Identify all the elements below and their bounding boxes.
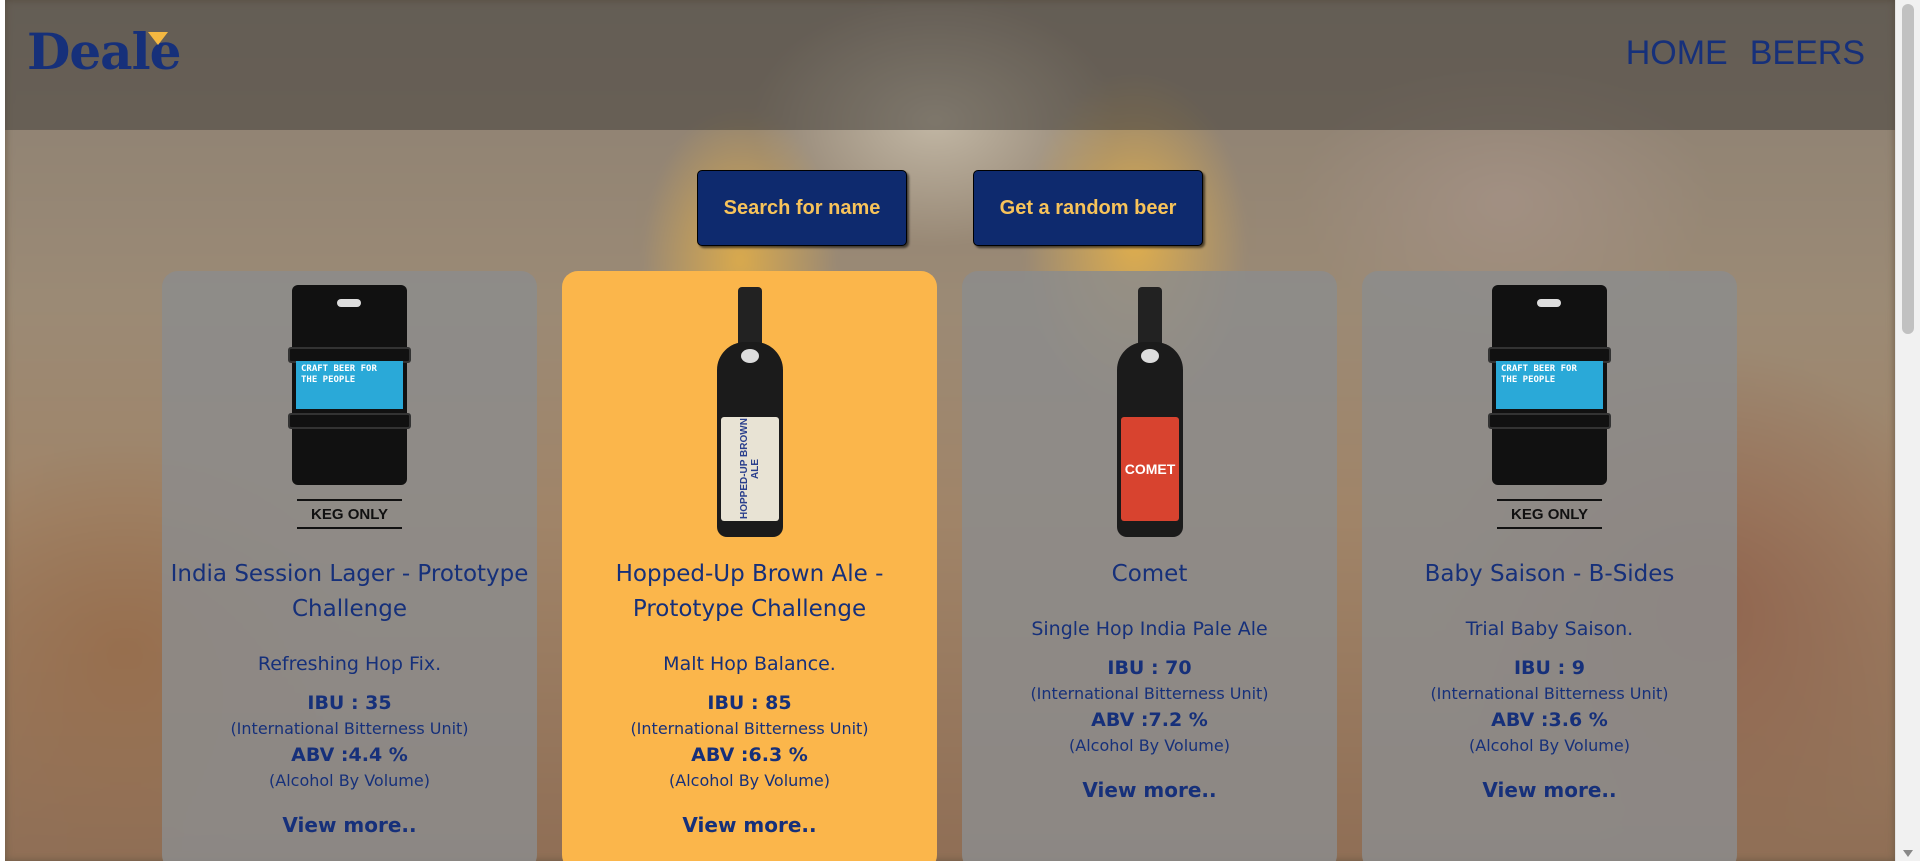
beer-name: India Session Lager - Prototype Challeng… bbox=[170, 561, 529, 622]
bottle-label-text: HOPPED-UP BROWN ALE bbox=[721, 417, 779, 521]
keg-only-tag: KEG ONLY bbox=[1497, 499, 1602, 529]
keg-only-tag: KEG ONLY bbox=[297, 499, 402, 529]
random-beer-button[interactable]: Get a random beer bbox=[973, 170, 1203, 246]
scrollbar-thumb[interactable] bbox=[1902, 4, 1914, 334]
ibu-value: IBU : 70 bbox=[1107, 657, 1192, 679]
search-by-name-button[interactable]: Search for name bbox=[697, 170, 907, 246]
abv-note: (Alcohol By Volume) bbox=[1469, 736, 1630, 755]
abv-note: (Alcohol By Volume) bbox=[269, 771, 430, 790]
view-more-link[interactable]: View more.. bbox=[962, 778, 1337, 802]
ibu-note: (International Bitterness Unit) bbox=[230, 719, 469, 738]
keg-icon: CRAFT BEER FOR THE PEOPLE KEG ONLY bbox=[162, 283, 537, 533]
bottle-icon: COMET bbox=[962, 283, 1337, 537]
abv-value: ABV :3.6 % bbox=[1491, 709, 1608, 731]
nav-home-link[interactable]: HOME bbox=[1626, 34, 1728, 73]
keg-label-text: CRAFT BEER FOR THE PEOPLE bbox=[1496, 361, 1603, 409]
scroll-down-arrow-icon[interactable] bbox=[1903, 850, 1913, 857]
ibu-note: (International Bitterness Unit) bbox=[1030, 684, 1269, 703]
abv-value: ABV :6.3 % bbox=[691, 744, 808, 766]
view-more-link[interactable]: View more.. bbox=[562, 813, 937, 837]
bottle-label-text: COMET bbox=[1121, 417, 1179, 521]
beer-info: Refreshing Hop Fix. IBU : 35 (Internatio… bbox=[162, 651, 537, 837]
bottle-icon: HOPPED-UP BROWN ALE bbox=[562, 283, 937, 537]
beer-card[interactable]: COMET Comet Single Hop India Pale Ale IB… bbox=[962, 271, 1337, 861]
beer-tagline: Single Hop India Pale Ale bbox=[1031, 618, 1268, 640]
site-header: Deale HOME BEERS bbox=[5, 0, 1895, 130]
ibu-value: IBU : 9 bbox=[1513, 657, 1586, 679]
vertical-scrollbar[interactable] bbox=[1895, 0, 1920, 861]
beer-card[interactable]: CRAFT BEER FOR THE PEOPLE KEG ONLY Baby … bbox=[1362, 271, 1737, 861]
ibu-note: (International Bitterness Unit) bbox=[1430, 684, 1669, 703]
logo[interactable]: Deale bbox=[27, 22, 181, 81]
main-nav: HOME BEERS bbox=[1626, 34, 1865, 73]
view-more-link[interactable]: View more.. bbox=[1362, 778, 1737, 802]
beer-tagline: Refreshing Hop Fix. bbox=[257, 653, 442, 675]
view-more-link[interactable]: View more.. bbox=[162, 813, 537, 837]
beer-info: Malt Hop Balance. IBU : 85 (Internationa… bbox=[562, 651, 937, 837]
logo-accent-icon bbox=[148, 32, 168, 45]
keg-label-text: CRAFT BEER FOR THE PEOPLE bbox=[296, 361, 403, 409]
beer-tagline: Trial Baby Saison. bbox=[1465, 618, 1634, 640]
beer-name: Baby Saison - B-Sides bbox=[1424, 561, 1675, 587]
beer-card[interactable]: HOPPED-UP BROWN ALE Hopped-Up Brown Ale … bbox=[562, 271, 937, 861]
abv-value: ABV :7.2 % bbox=[1091, 709, 1208, 731]
beer-info: Single Hop India Pale Ale IBU : 70 (Inte… bbox=[962, 616, 1337, 802]
beer-tagline: Malt Hop Balance. bbox=[663, 653, 836, 675]
abv-note: (Alcohol By Volume) bbox=[669, 771, 830, 790]
beer-name: Comet bbox=[1111, 561, 1188, 587]
abv-value: ABV :4.4 % bbox=[291, 744, 408, 766]
abv-note: (Alcohol By Volume) bbox=[1069, 736, 1230, 755]
beer-info: Trial Baby Saison. IBU : 9 (Internationa… bbox=[1362, 616, 1737, 802]
nav-beers-link[interactable]: BEERS bbox=[1750, 34, 1865, 73]
ibu-value: IBU : 85 bbox=[707, 692, 792, 714]
ibu-value: IBU : 35 bbox=[307, 692, 392, 714]
beer-name: Hopped-Up Brown Ale - Prototype Challeng… bbox=[615, 561, 884, 622]
keg-icon: CRAFT BEER FOR THE PEOPLE KEG ONLY bbox=[1362, 283, 1737, 533]
beer-card[interactable]: CRAFT BEER FOR THE PEOPLE KEG ONLY India… bbox=[162, 271, 537, 861]
ibu-note: (International Bitterness Unit) bbox=[630, 719, 869, 738]
